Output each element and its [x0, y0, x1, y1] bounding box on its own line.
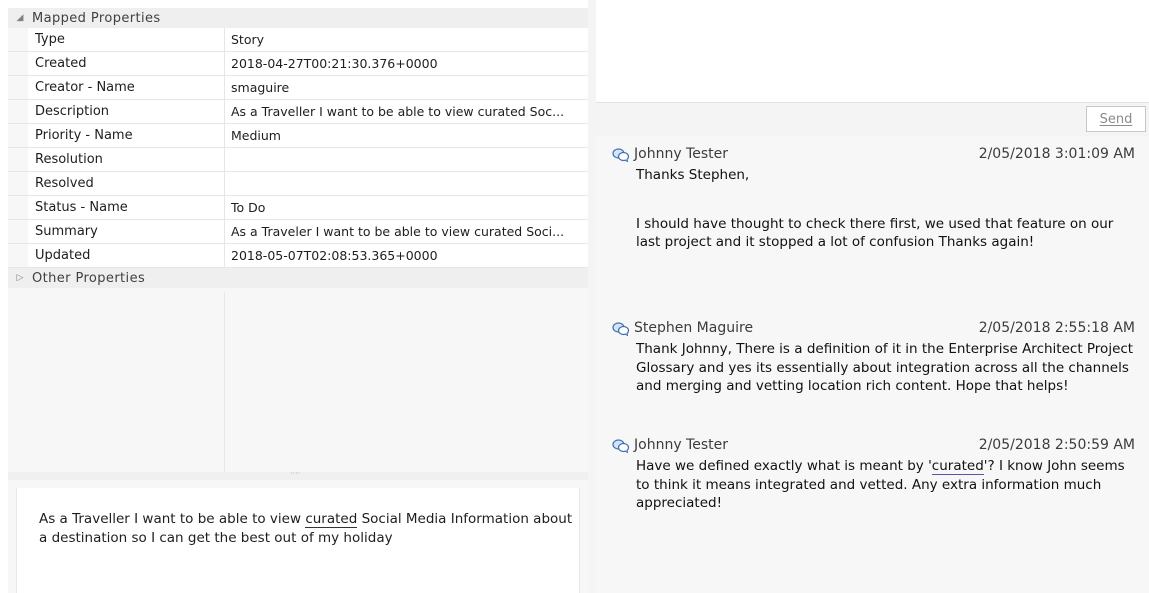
grid-empty-value-column — [225, 292, 588, 472]
properties-pane: ◢ Mapped Properties Type Story Created 2018… — [0, 0, 592, 593]
property-value[interactable]: Story — [225, 28, 588, 51]
discussion-compose-area[interactable] — [596, 0, 1149, 102]
message-author: Johnny Tester — [634, 146, 728, 162]
row-gutter — [8, 148, 28, 171]
message-body: Have we defined exactly what is meant by… — [636, 457, 1136, 513]
splitter-grip-icon[interactable]: ···· — [290, 470, 304, 478]
property-name: Updated — [28, 244, 225, 267]
property-row[interactable]: Created 2018-04-27T00:21:30.376+0000 — [8, 52, 588, 76]
message-body: Thanks Stephen, I should have thought to… — [636, 166, 1136, 252]
collapse-triangle-icon[interactable]: ◢ — [8, 13, 32, 23]
message-list: Johnny Tester 2/05/2018 3:01:09 AM Thank… — [596, 136, 1149, 593]
send-toolbar: Send — [596, 102, 1149, 136]
message-header: Johnny Tester 2/05/2018 3:01:09 AM — [596, 144, 1149, 166]
property-value[interactable]: To Do — [225, 196, 588, 219]
property-row[interactable]: Resolved — [8, 172, 588, 196]
property-name: Created — [28, 52, 225, 75]
row-gutter — [8, 196, 28, 219]
discussion-bubble-icon — [612, 439, 630, 453]
message-paragraph: Thank Johnny, There is a definition of i… — [636, 341, 1134, 394]
property-grid: ◢ Mapped Properties Type Story Created 2018… — [8, 8, 588, 472]
group-other-properties[interactable]: ▷ Other Properties — [8, 268, 588, 288]
property-row[interactable]: Description As a Traveller I want to be a… — [8, 100, 588, 124]
property-name: Type — [28, 28, 225, 51]
panel-border — [8, 480, 588, 488]
property-name: Status - Name — [28, 196, 225, 219]
property-name: Resolution — [28, 148, 225, 171]
property-value[interactable] — [225, 172, 588, 195]
message-paragraph: Have we defined exactly what is meant by… — [636, 457, 1136, 513]
discussion-pane: Send Johnny Tester 2/05/2018 3:01:09 AM … — [596, 0, 1149, 593]
grid-empty-name-column — [8, 292, 225, 472]
message-timestamp: 2/05/2018 2:55:18 AM — [978, 320, 1135, 336]
grid-empty-area — [8, 292, 588, 472]
property-name: Resolved — [28, 172, 225, 195]
message-header: Johnny Tester 2/05/2018 2:50:59 AM — [596, 435, 1149, 457]
row-gutter — [8, 52, 28, 75]
property-name: Summary — [28, 220, 225, 243]
row-gutter — [8, 100, 28, 123]
discussion-bubble-icon — [612, 148, 630, 162]
property-value[interactable] — [225, 148, 588, 171]
message-item: Stephen Maguire 2/05/2018 2:55:18 AM Tha… — [596, 318, 1149, 396]
message-text-part: Have we defined exactly what is meant by… — [636, 458, 932, 474]
group-label: Other Properties — [32, 270, 146, 286]
discussion-bubble-icon — [612, 322, 630, 336]
property-name: Creator - Name — [28, 76, 225, 99]
property-name: Description — [28, 100, 225, 123]
property-value[interactable]: Medium — [225, 124, 588, 147]
row-gutter — [8, 28, 28, 51]
property-row[interactable]: Type Story — [8, 28, 588, 52]
description-panel[interactable]: As a Traveller I want to be able to view… — [16, 488, 580, 593]
description-text-part: As a Traveller I want to be able to view — [39, 511, 306, 527]
property-value[interactable]: smaguire — [225, 76, 588, 99]
group-label: Mapped Properties — [32, 10, 161, 26]
panel-border — [8, 480, 16, 593]
group-mapped-properties[interactable]: ◢ Mapped Properties — [8, 8, 588, 28]
row-gutter — [8, 124, 28, 147]
message-item: Johnny Tester 2/05/2018 2:50:59 AM Have … — [596, 435, 1149, 513]
panel-border — [580, 480, 588, 593]
row-gutter — [8, 172, 28, 195]
property-value[interactable]: As a Traveler I want to be able to view … — [225, 220, 588, 243]
send-button[interactable]: Send — [1086, 106, 1146, 132]
property-value[interactable]: 2018-04-27T00:21:30.376+0000 — [225, 52, 588, 75]
message-body: Thank Johnny, There is a definition of i… — [636, 340, 1136, 396]
expand-triangle-icon[interactable]: ▷ — [8, 273, 32, 283]
message-item: Johnny Tester 2/05/2018 3:01:09 AM Thank… — [596, 144, 1149, 252]
vertical-splitter[interactable] — [588, 0, 596, 593]
message-paragraph: Thanks Stephen, — [636, 167, 750, 183]
row-gutter — [8, 76, 28, 99]
property-row[interactable]: Summary As a Traveler I want to be able t… — [8, 220, 588, 244]
message-timestamp: 2/05/2018 3:01:09 AM — [978, 146, 1135, 162]
property-row[interactable]: Creator - Name smaguire — [8, 76, 588, 100]
message-timestamp: 2/05/2018 2:50:59 AM — [978, 437, 1135, 453]
message-header: Stephen Maguire 2/05/2018 2:55:18 AM — [596, 318, 1149, 340]
property-row[interactable]: Priority - Name Medium — [8, 124, 588, 148]
description-text: As a Traveller I want to be able to view… — [39, 510, 579, 548]
glossary-term-link[interactable]: curated — [931, 458, 984, 475]
property-name: Priority - Name — [28, 124, 225, 147]
property-row[interactable]: Resolution — [8, 148, 588, 172]
property-value[interactable]: 2018-05-07T02:08:53.365+0000 — [225, 244, 588, 267]
message-author: Stephen Maguire — [634, 320, 754, 336]
row-gutter — [8, 220, 28, 243]
property-value[interactable]: As a Traveller I want to be able to view… — [225, 100, 588, 123]
message-author: Johnny Tester — [634, 437, 728, 453]
message-paragraph: I should have thought to check there fir… — [636, 215, 1114, 251]
property-row[interactable]: Status - Name To Do — [8, 196, 588, 220]
glossary-term-link[interactable]: curated — [305, 511, 358, 528]
property-rows: Type Story Created 2018-04-27T00:21:30.376+… — [8, 28, 588, 268]
property-row[interactable]: Updated 2018-05-07T02:08:53.365+0000 — [8, 244, 588, 268]
row-gutter — [8, 244, 28, 267]
